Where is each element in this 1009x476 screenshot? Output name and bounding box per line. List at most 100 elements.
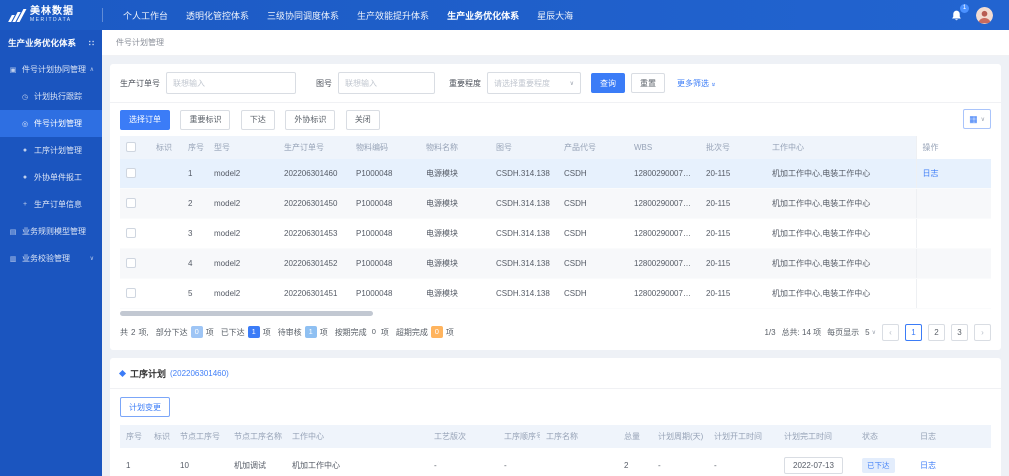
top-menu-item[interactable]: 生产效能提升体系 bbox=[357, 9, 429, 22]
sidebar-item[interactable]: + 生产订单信息 bbox=[0, 191, 102, 218]
top-navbar: 美林数据 MERITDATA 个人工作台 透明化管控体系 三级协同调度体系 生产… bbox=[0, 0, 1009, 30]
toolbar-button[interactable]: 外协标识 bbox=[285, 110, 335, 130]
page-info: 1/3 bbox=[764, 328, 775, 337]
sidebar-item[interactable]: ◷ 计划执行跟踪 bbox=[0, 83, 102, 110]
user-avatar[interactable] bbox=[976, 7, 993, 24]
logo-subtitle: MERITDATA bbox=[30, 18, 74, 23]
order-row[interactable]: 2 model2 202206301450 P1000048 电源模块 CSDH… bbox=[120, 188, 991, 218]
cell-flag bbox=[150, 159, 182, 189]
page-number-button[interactable]: 3 bbox=[951, 324, 968, 341]
row-checkbox[interactable] bbox=[126, 288, 136, 298]
row-checkbox[interactable] bbox=[126, 258, 136, 268]
next-page-button[interactable]: › bbox=[974, 324, 991, 341]
order-no-label: 生产订单号 bbox=[120, 78, 160, 89]
orders-header-row: 标识 序号 型号 生产订单号 物料编码 物料名称 图号 产品代号 WBS 批次号… bbox=[120, 136, 991, 159]
chevron-down-icon: ∨ bbox=[570, 80, 574, 87]
sidebar-item[interactable]: ◎ 件号计划管理 bbox=[0, 110, 102, 137]
main-area: 件号计划管理 生产订单号 图号 重要程度 请选择重要程度 ∨ 查询 重置 更多筛… bbox=[102, 30, 1009, 476]
summary-stats: 部分下达 0 项 已下达 1 项 待 bbox=[152, 326, 454, 338]
orders-toolbar: 选择订单 重要标识 下达 外协标识 关闭 ▦ ∨ bbox=[110, 103, 1001, 136]
toolbar-button[interactable]: 重要标识 bbox=[180, 110, 230, 130]
log-link[interactable]: 日志 bbox=[923, 169, 939, 178]
drawing-no-input[interactable] bbox=[338, 72, 435, 94]
reset-button[interactable]: 重置 bbox=[631, 73, 665, 93]
part-plan-icon: ◎ bbox=[20, 120, 30, 128]
top-menu-item[interactable]: 个人工作台 bbox=[123, 9, 168, 22]
importance-select[interactable]: 请选择重要程度 ∨ bbox=[487, 72, 581, 94]
orders-summary: 共 2 项, 部分下达 0 项 已下达 bbox=[120, 326, 454, 338]
toolbar-button[interactable]: 关闭 bbox=[346, 110, 380, 130]
status-badge: 已下达 bbox=[862, 458, 895, 473]
order-row[interactable]: 4 model2 202206301452 P1000048 电源模块 CSDH… bbox=[120, 248, 991, 278]
page-size-select[interactable]: 5 ∨ bbox=[865, 328, 876, 337]
nav-divider bbox=[102, 8, 103, 22]
chevron-down-icon: ∨ bbox=[872, 329, 876, 336]
sidebar-item[interactable]: ▣ 件号计划协同管理 ∧ bbox=[0, 56, 102, 83]
importance-label: 重要程度 bbox=[449, 78, 481, 89]
orders-table-body: 1 model2 202206301460 P1000048 电源模块 CSDH… bbox=[120, 159, 991, 309]
top-menu-item[interactable]: 生产业务优化体系 bbox=[447, 9, 519, 22]
row-checkbox[interactable] bbox=[126, 198, 136, 208]
cell-flag bbox=[150, 188, 182, 218]
order-no-input[interactable] bbox=[166, 72, 296, 94]
prev-page-button[interactable]: ‹ bbox=[882, 324, 899, 341]
log-link[interactable]: 日志 bbox=[920, 461, 936, 470]
pagination: 1/3 总共: 14 项 每页显示 5 ∨ ‹ 1 2 bbox=[764, 324, 991, 341]
cell-flag bbox=[150, 278, 182, 308]
page-number-button[interactable]: 1 bbox=[905, 324, 922, 341]
summary-stat: 超期完成 0 项 bbox=[396, 326, 454, 338]
sidebar-menu: ▣ 件号计划协同管理 ∧ ◷ 计划执行跟踪 ◎ 件号计划管理 ● 工序计划管理 bbox=[0, 56, 102, 272]
summary-stat: 已下达 1 项 bbox=[221, 326, 271, 338]
sidebar-item[interactable]: ● 外协单件报工 bbox=[0, 164, 102, 191]
order-row[interactable]: 5 model2 202206301451 P1000048 电源模块 CSDH… bbox=[120, 278, 991, 308]
toolbar-button[interactable]: 下达 bbox=[241, 110, 275, 130]
process-order-code: (202206301460) bbox=[170, 369, 229, 378]
sidebar-title: 生产业务优化体系 ∷ bbox=[0, 30, 102, 56]
production-order-icon: + bbox=[20, 201, 30, 208]
horizontal-scrollbar bbox=[120, 311, 991, 316]
scrollbar-thumb[interactable] bbox=[120, 311, 373, 316]
order-row[interactable]: 3 model2 202206301453 P1000048 电源模块 CSDH… bbox=[120, 218, 991, 248]
order-row[interactable]: 1 model2 202206301460 P1000048 电源模块 CSDH… bbox=[120, 159, 991, 189]
row-checkbox[interactable] bbox=[126, 228, 136, 238]
plan-finish-date-input[interactable]: 2022-07-13 bbox=[784, 457, 843, 474]
plan-tracking-icon: ◷ bbox=[20, 93, 30, 101]
more-filters-link[interactable]: 更多筛选 » bbox=[677, 78, 715, 89]
summary-stat: 部分下达 0 项 bbox=[156, 326, 214, 338]
top-menu-item[interactable]: 三级协同调度体系 bbox=[267, 9, 339, 22]
diamond-icon bbox=[119, 369, 126, 376]
search-button[interactable]: 查询 bbox=[591, 73, 625, 93]
notification-bell-button[interactable]: 1 bbox=[950, 9, 963, 22]
total-count: 2 bbox=[131, 328, 135, 337]
page-numbers: 1 2 3 bbox=[905, 324, 968, 341]
toolbar-button[interactable]: 选择订单 bbox=[120, 110, 170, 130]
sidebar-item[interactable]: ▥ 业务校验管理 ∨ bbox=[0, 245, 102, 272]
select-all-checkbox[interactable] bbox=[126, 142, 136, 152]
summary-stat: 按期完成 0 项 bbox=[335, 326, 389, 338]
page-size-label: 每页显示 bbox=[827, 327, 859, 338]
process-card: 工序计划 (202206301460) 计划变更 序号 标识 bbox=[110, 358, 1001, 476]
part-plan-group-icon: ▣ bbox=[8, 66, 18, 74]
meritdata-logo-icon bbox=[10, 9, 25, 22]
process-row[interactable]: 1 10 机加调试 机加工作中心 - - 2 - - bbox=[120, 448, 991, 476]
apps-grid-icon[interactable]: ∷ bbox=[89, 39, 94, 48]
top-menu-item[interactable]: 透明化管控体系 bbox=[186, 9, 249, 22]
process-section-header: 工序计划 (202206301460) bbox=[110, 358, 1001, 388]
double-chevron-down-icon: » bbox=[710, 82, 717, 86]
plan-change-button[interactable]: 计划变更 bbox=[120, 397, 170, 417]
drawing-no-label: 图号 bbox=[316, 78, 332, 89]
process-plan-icon: ● bbox=[20, 147, 30, 154]
toolbar-buttons: 选择订单 重要标识 下达 外协标识 关闭 bbox=[120, 109, 380, 130]
column-settings-button[interactable]: ▦ ∨ bbox=[963, 109, 991, 129]
outsourcing-report-icon: ● bbox=[20, 174, 30, 181]
business-validation-icon: ▥ bbox=[8, 255, 18, 263]
orders-card: 生产订单号 图号 重要程度 请选择重要程度 ∨ 查询 重置 更多筛选 » bbox=[110, 64, 1001, 350]
top-menu-item[interactable]: 星辰大海 bbox=[537, 9, 573, 22]
sidebar-item[interactable]: ● 工序计划管理 bbox=[0, 137, 102, 164]
row-checkbox[interactable] bbox=[126, 168, 136, 178]
sidebar-item[interactable]: ▤ 业务规则模型管理 bbox=[0, 218, 102, 245]
process-title: 工序计划 bbox=[130, 367, 166, 380]
stat-count-badge: 1 bbox=[248, 326, 260, 338]
page-number-button[interactable]: 2 bbox=[928, 324, 945, 341]
process-table: 序号 标识 节点工序号 节点工序名称 工作中心 工艺版次 工序顺序号 工序名称 … bbox=[120, 425, 991, 476]
